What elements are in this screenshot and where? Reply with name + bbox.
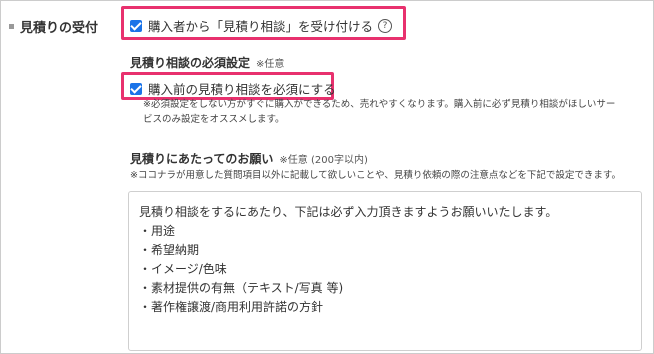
request-note-text: ※ココナラが用意した質問項目以外に記載して欲しいことや、見積り依頼の際の注意点な…: [130, 170, 621, 181]
request-optional: ※任意 (200字以内): [279, 155, 368, 166]
textarea-line: ・素材提供の有無（テキスト/写真 等): [139, 281, 344, 295]
request-heading: 見積りにあたってのお願い ※任意 (200字以内): [130, 150, 368, 167]
request-textarea[interactable]: 見積り相談をするにあたり、下記は必ず入力頂きますようお願いいたします。 ・用途 …: [128, 191, 642, 351]
section-label: 見積りの受付: [9, 17, 98, 36]
required-setting-optional: ※任意: [256, 59, 285, 70]
accept-quote-checkbox-row[interactable]: 購入者から「見積り相談」を受け付ける ?: [130, 16, 393, 35]
textarea-line: ・著作権譲渡/商用利用許諾の方針: [139, 300, 324, 314]
required-setting-note-line2: ビスのみ設定をオススメします。: [143, 114, 285, 125]
textarea-line: ・希望納期: [139, 243, 200, 257]
accept-quote-checkbox[interactable]: [130, 19, 142, 32]
textarea-line: ・用途: [139, 224, 176, 238]
request-heading-text: 見積りにあたってのお願い: [130, 152, 274, 166]
bullet-icon: [9, 24, 14, 29]
accept-quote-label[interactable]: 購入者から「見積り相談」を受け付ける: [148, 16, 373, 35]
required-setting-heading-text: 見積り相談の必須設定: [130, 56, 251, 70]
required-checkbox-row[interactable]: 購入前の見積り相談を必須にする: [130, 79, 336, 98]
required-setting-heading: 見積り相談の必須設定 ※任意: [130, 54, 284, 71]
required-setting-note: ※必須設定をしない方がすぐに購入ができるため、売れやすくなります。購入前に必ず見…: [143, 97, 615, 127]
section-label-text: 見積りの受付: [20, 21, 99, 36]
textarea-line: ・イメージ/色味: [139, 262, 227, 276]
required-setting-note-line1: ※必須設定をしない方がすぐに購入ができるため、売れやすくなります。購入前に必ず見…: [143, 99, 616, 110]
textarea-line: 見積り相談をするにあたり、下記は必ず入力頂きますようお願いいたします。: [139, 205, 558, 219]
request-note: ※ココナラが用意した質問項目以外に記載して欲しいことや、見積り依頼の際の注意点な…: [130, 168, 621, 183]
required-checkbox[interactable]: [130, 82, 142, 95]
help-icon[interactable]: ?: [378, 18, 393, 33]
required-checkbox-label[interactable]: 購入前の見積り相談を必須にする: [148, 79, 336, 98]
